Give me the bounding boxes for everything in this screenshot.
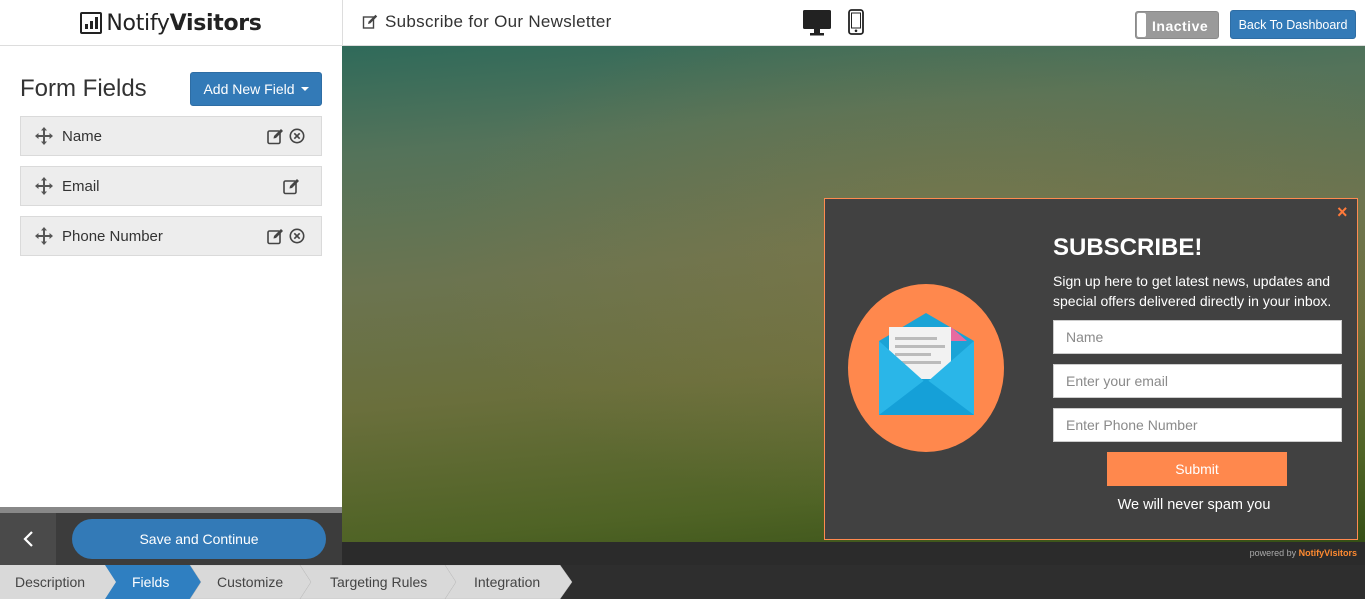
desktop-icon[interactable] (802, 9, 832, 37)
step-integration[interactable]: Integration (474, 565, 540, 599)
edit-icon[interactable] (283, 178, 300, 195)
popup-heading: SUBSCRIBE! (1053, 234, 1203, 261)
powered-by-prefix: powered by (1249, 548, 1297, 558)
chevron-left-icon (23, 531, 33, 547)
popup-description: Sign up here to get latest news, updates… (1053, 273, 1332, 309)
wizard-steps: Description Fields Customize Targeting R… (0, 565, 1365, 599)
sidebar-title: Form Fields (20, 75, 147, 102)
popup-preview-canvas: × SUBSCRIBE! Sign up here to get latest … (342, 46, 1365, 565)
logo-text-bold: Visitors (169, 10, 262, 36)
close-icon[interactable]: × (1337, 202, 1348, 223)
field-row-name[interactable]: Name (20, 116, 322, 156)
subscribe-popup: × SUBSCRIBE! Sign up here to get latest … (824, 198, 1358, 540)
form-fields-sidebar: Form Fields Add New Field Name Email Pho… (0, 46, 342, 507)
powered-by: powered by NotifyVisitors (1250, 548, 1357, 558)
step-label: Integration (474, 574, 541, 590)
status-label: Inactive (1152, 18, 1209, 34)
step-customize[interactable]: Customize (217, 565, 283, 599)
step-fields[interactable]: Fields (132, 565, 169, 599)
step-description[interactable]: Description (15, 565, 85, 599)
sidebar-footer: Save and Continue (0, 513, 342, 565)
edit-icon[interactable] (267, 228, 284, 245)
campaign-title-text: Subscribe for Our Newsletter (385, 12, 612, 31)
field-row-phone-number[interactable]: Phone Number (20, 216, 322, 256)
save-and-continue-button[interactable]: Save and Continue (72, 519, 326, 559)
remove-icon[interactable] (289, 228, 305, 244)
move-icon[interactable] (34, 176, 54, 196)
back-to-dashboard-button[interactable]: Back To Dashboard (1230, 10, 1356, 39)
edit-icon[interactable] (267, 128, 284, 145)
phone-number-input[interactable] (1053, 408, 1342, 442)
logo-text-light: Notify (106, 10, 170, 36)
step-targeting-rules[interactable]: Targeting Rules (330, 565, 427, 599)
name-input[interactable] (1053, 320, 1342, 354)
envelope-icon (848, 284, 1004, 452)
campaign-title[interactable]: Subscribe for Our Newsletter (362, 0, 612, 44)
edit-title-icon (362, 14, 378, 29)
status-toggle[interactable]: Inactive (1135, 11, 1219, 39)
mobile-icon[interactable] (848, 9, 864, 35)
caret-down-icon (300, 87, 309, 91)
move-icon[interactable] (34, 126, 54, 146)
step-label: Description (15, 574, 86, 590)
remove-icon[interactable] (289, 128, 305, 144)
no-spam-note: We will never spam you (1117, 497, 1271, 513)
field-label: Email (62, 178, 100, 195)
top-bar: NotifyVisitors Subscribe for Our Newslet… (0, 0, 1365, 46)
powered-by-bar: powered by NotifyVisitors (342, 542, 1365, 565)
device-switcher (802, 9, 864, 37)
logo-text: NotifyVisitors (106, 10, 262, 36)
field-label: Phone Number (62, 228, 163, 245)
field-label: Name (62, 128, 103, 145)
add-new-field-label: Add New Field (203, 81, 295, 97)
previous-step-button[interactable] (0, 513, 56, 565)
step-label: Fields (132, 574, 170, 590)
move-icon[interactable] (34, 226, 54, 246)
field-row-email[interactable]: Email (20, 166, 322, 206)
step-label: Targeting Rules (330, 574, 428, 590)
logo: NotifyVisitors (0, 0, 343, 46)
powered-by-brand[interactable]: NotifyVisitors (1299, 548, 1357, 558)
step-label: Customize (217, 574, 284, 590)
status-toggle-knob (1137, 13, 1146, 37)
email-input[interactable] (1053, 364, 1342, 398)
add-new-field-button[interactable]: Add New Field (190, 72, 322, 106)
submit-button[interactable]: Submit (1107, 452, 1287, 486)
logo-chart-icon (80, 12, 103, 34)
